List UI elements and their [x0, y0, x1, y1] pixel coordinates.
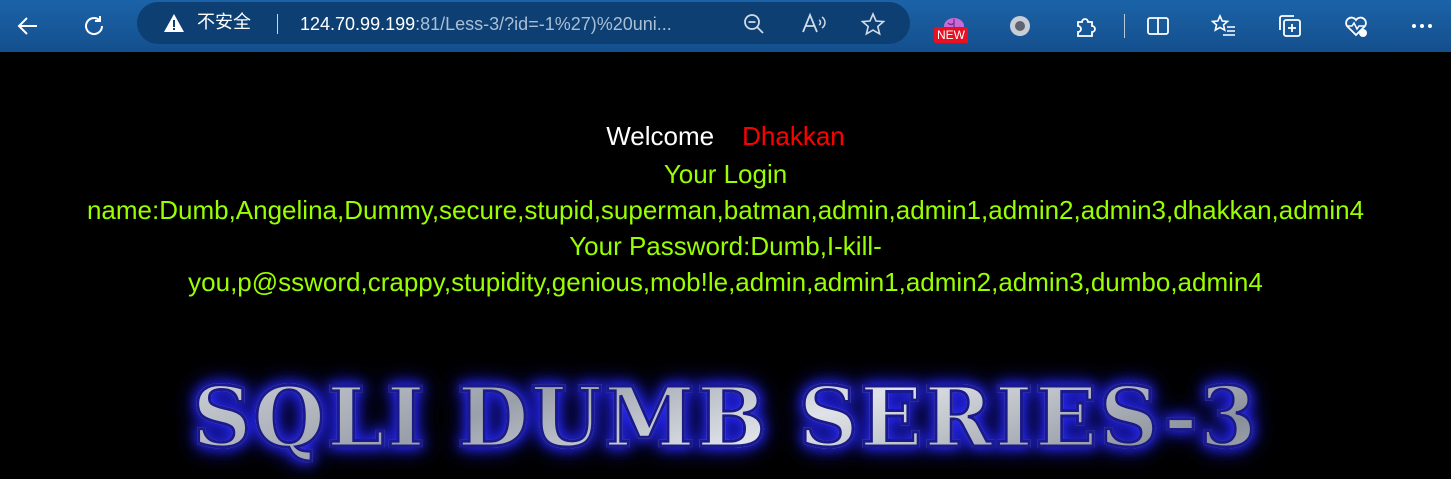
browser-toolbar: 不安全 124.70.99.199:81/Less-3/?id=-1%27)%2…: [0, 0, 1451, 52]
refresh-icon[interactable]: [74, 6, 114, 46]
back-arrow-icon[interactable]: [8, 6, 48, 46]
query-result: Your Login name:Dumb,Angelina,Dummy,secu…: [0, 156, 1451, 300]
security-label[interactable]: 不安全: [197, 11, 251, 35]
puzzle-icon[interactable]: [1066, 6, 1106, 46]
url-host: 124.70.99.199: [300, 14, 416, 34]
address-bar[interactable]: 不安全 124.70.99.199:81/Less-3/?id=-1%27)%2…: [137, 2, 910, 44]
star-icon[interactable]: [859, 10, 887, 38]
login-names: name:Dumb,Angelina,Dummy,secure,stupid,s…: [86, 195, 1365, 225]
series-title-banner: SQLI DUMB SERIES-3: [0, 368, 1451, 468]
welcome-line: Welcome Dhakkan: [0, 120, 1451, 152]
url-path: :81/Less-3/?id=-1%27)%20uni...: [415, 14, 672, 34]
password-values: you,p@ssword,crappy,stupidity,genious,mo…: [188, 267, 1263, 297]
new-badge: NEW: [934, 27, 968, 43]
welcome-text: Welcome: [606, 121, 715, 151]
login-label: Your Login: [663, 159, 788, 189]
warning-icon[interactable]: [163, 12, 185, 34]
record-icon[interactable]: [1000, 6, 1040, 46]
url-text[interactable]: 124.70.99.199:81/Less-3/?id=-1%27)%20uni…: [300, 12, 672, 36]
read-aloud-icon[interactable]: [800, 10, 828, 38]
page-content: Welcome Dhakkan Your Login name:Dumb,Ange…: [0, 52, 1451, 479]
password-label: Your Password:Dumb,I-kill-: [569, 231, 882, 261]
user-name: Dhakkan: [742, 121, 845, 151]
browser-essentials-icon[interactable]: [1336, 6, 1376, 46]
address-separator: [277, 14, 278, 34]
zoom-out-icon[interactable]: [740, 10, 768, 38]
more-icon[interactable]: [1402, 6, 1442, 46]
split-screen-icon[interactable]: [1138, 6, 1178, 46]
toolbar-divider: [1124, 14, 1125, 38]
favorites-list-icon[interactable]: [1204, 6, 1244, 46]
collections-icon[interactable]: [1270, 6, 1310, 46]
